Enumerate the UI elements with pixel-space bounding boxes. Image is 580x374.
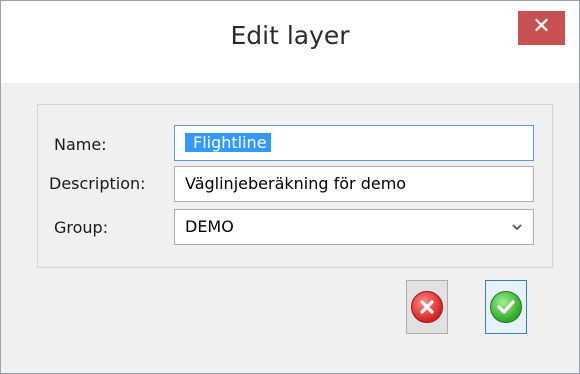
red-x-circle-icon [411,291,443,323]
chevron-down-icon[interactable] [511,210,523,257]
title-bar[interactable]: Edit layer ✕ [1,1,579,83]
description-label: Description: [49,174,146,193]
group-select[interactable]: DEMO [174,209,534,245]
close-button[interactable]: ✕ [518,11,565,45]
layer-properties-group: Name: Flightline Description: Väglinjebe… [37,104,553,268]
edit-layer-dialog: Edit layer ✕ Name: Flightline Descriptio… [0,0,580,374]
green-check-circle-icon [490,291,522,323]
dialog-content: Name: Flightline Description: Väglinjebe… [1,84,579,373]
name-field-selected-text: Flightline [185,133,271,152]
name-field[interactable]: Flightline [174,125,534,161]
cancel-button[interactable] [406,280,448,334]
group-label: Group: [54,218,109,237]
close-icon: ✕ [532,14,551,39]
description-field-value: Väglinjeberäkning för demo [185,174,407,193]
name-label: Name: [54,135,107,154]
group-select-value: DEMO [185,217,234,236]
description-field[interactable]: Väglinjeberäkning för demo [174,166,534,202]
dialog-title: Edit layer [230,21,350,50]
ok-button[interactable] [485,280,527,334]
